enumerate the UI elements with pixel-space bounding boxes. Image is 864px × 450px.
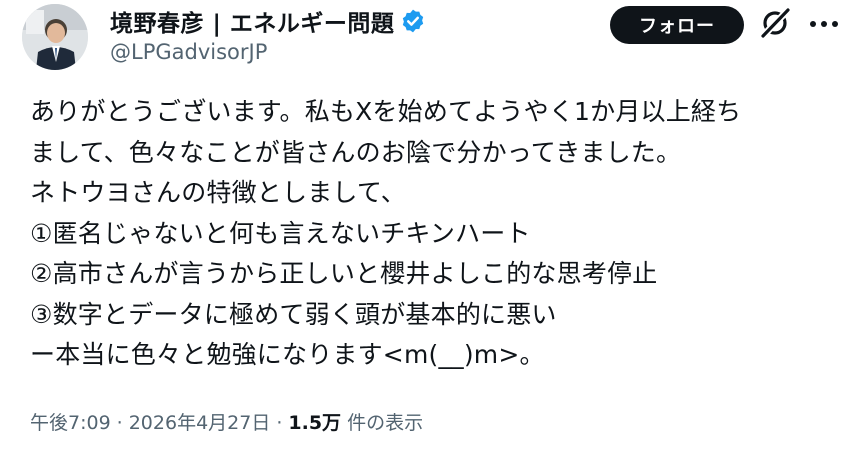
separator: ·	[116, 412, 123, 434]
separator: ·	[276, 412, 283, 434]
views-count: 1.5万	[288, 412, 342, 434]
follow-button[interactable]: フォロー	[610, 6, 744, 44]
tweet-line: ③数字とデータに極めて弱く頭が基本的に悪い	[30, 299, 557, 329]
tweet-line: ②高市さんが言うから正しいと櫻井よしこ的な思考停止	[30, 259, 658, 288]
post-date[interactable]: 2026年4月27日	[129, 408, 271, 435]
tweet-line: まして、色々なことが皆さんのお陰で分かってきました。	[30, 137, 682, 167]
tweet-meta: 午後7:09 · 2026年4月27日 · 1.5万 件の表示	[30, 408, 423, 435]
views-label: 件の表示	[347, 412, 424, 434]
verified-badge-icon	[403, 9, 424, 33]
more-icon[interactable]	[804, 10, 844, 38]
display-name[interactable]: 境野春彦 | エネルギー問題	[110, 4, 394, 38]
grok-icon[interactable]	[758, 6, 792, 40]
tweet-line: ①匿名じゃないと何も言えないチキンハート	[30, 218, 531, 248]
avatar[interactable]	[22, 4, 88, 70]
user-handle[interactable]: @LPGadvisorJP	[110, 40, 426, 64]
avatar-photo	[22, 4, 88, 70]
tweet-line: ー本当に色々と勉強になります<m(__)m>。	[30, 340, 545, 369]
tweet-line: ネトウヨさんの特徴としまして、	[30, 178, 407, 207]
tweet-header: 境野春彦 | エネルギー問題 @LPGadvisorJP フォロー	[0, 0, 864, 80]
post-time[interactable]: 午後7:09	[30, 408, 111, 435]
tweet-line: ありがとうございます。私もXを始めてようやく1か月以上経ち	[30, 97, 742, 126]
tweet-text: ありがとうございます。私もXを始めてようやく1か月以上経ち まして、色々なことが…	[30, 92, 850, 376]
